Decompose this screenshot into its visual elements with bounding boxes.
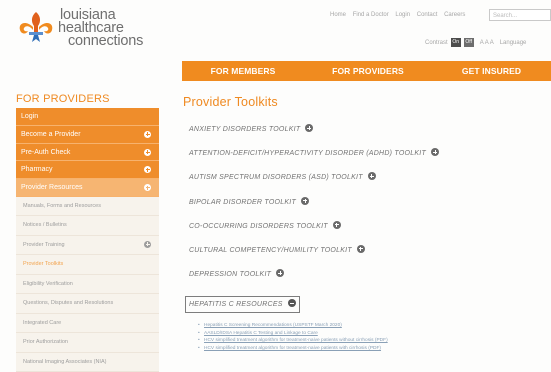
- sidebar-item-label: Provider Resources: [21, 184, 83, 192]
- main-nav: FOR MEMBERS FOR PROVIDERS GET INSURED: [182, 61, 551, 81]
- text-size-controls[interactable]: A A A: [480, 40, 494, 46]
- toolkit-label: ATTENTION-DEFICIT/HYPERACTIVITY DISORDER…: [189, 150, 426, 158]
- expand-plus-icon[interactable]: [367, 172, 376, 181]
- toolkit-label: DEPRESSION TOOLKIT: [189, 271, 272, 279]
- toolkit-label: AUTISM SPECTRUM DISORDERS (ASD) TOOLKIT: [189, 174, 363, 182]
- submenu-item-questions-disputes[interactable]: Questions, Disputes and Resolutions: [16, 294, 159, 314]
- toolkit-item-co-occurring[interactable]: CO-OCCURRING DISORDERS TOOLKIT: [189, 220, 549, 245]
- nav-for-members[interactable]: FOR MEMBERS: [182, 61, 304, 81]
- contrast-off-button[interactable]: Off: [463, 38, 474, 47]
- toolkit-item-anxiety[interactable]: ANXIETY DISORDERS TOOLKIT: [189, 124, 549, 148]
- toolkit-list: ANXIETY DISORDERS TOOLKIT ATTENTION-DEFI…: [185, 124, 549, 314]
- expand-plus-icon[interactable]: [431, 148, 439, 157]
- sidebar-item-label: Become a Provider: [21, 130, 81, 138]
- toolkit-item-cultural-competency[interactable]: CULTURAL COMPETENCY/HUMILITY TOOLKIT: [189, 244, 549, 269]
- search-input[interactable]: Search...: [489, 9, 551, 21]
- expand-plus-icon[interactable]: [144, 166, 151, 174]
- submenu-item-notices[interactable]: Notices / Bulletins: [16, 216, 159, 236]
- submenu-item-manuals[interactable]: Manuals, Forms and Resources: [16, 197, 159, 217]
- expand-plus-icon[interactable]: [356, 244, 365, 253]
- toolkit-item-depression[interactable]: DEPRESSION TOOLKIT: [189, 269, 549, 293]
- toolkit-label: HEPATITIS C RESOURCES: [189, 301, 283, 309]
- sidebar-item-label: Login: [21, 113, 39, 120]
- sidebar-item-pre-auth-check[interactable]: Pre-Auth Check: [16, 143, 159, 162]
- resource-link-hcv-with-cirrhosis[interactable]: HCV simplified treatment algorithm for t…: [198, 345, 518, 353]
- sidebar-item-login[interactable]: Login: [16, 108, 159, 126]
- utility-link-contact[interactable]: Contact: [417, 12, 438, 18]
- toolkit-item-asd[interactable]: AUTISM SPECTRUM DISORDERS (ASD) TOOLKIT: [189, 172, 549, 196]
- submenu-item-provider-training[interactable]: Provider Training: [16, 236, 159, 256]
- sidebar: Login Become a Provider Pre-Auth Check P…: [16, 108, 159, 372]
- expand-plus-icon[interactable]: [305, 124, 314, 132]
- contrast-label: Contrast: [425, 39, 448, 46]
- logo-line-3: connections: [68, 33, 144, 49]
- resource-link-aasld-idsa[interactable]: AASLD/IDSA Hepatitis C Testing and Linka…: [198, 330, 518, 338]
- submenu-item-provider-toolkits[interactable]: Provider Toolkits: [16, 255, 159, 275]
- logo-wordmark: louisiana healthcare connections: [58, 8, 144, 49]
- toolkit-label: CO-OCCURRING DISORDERS TOOLKIT: [189, 222, 328, 230]
- sidebar-item-label: Pharmacy: [21, 166, 53, 174]
- resource-link-hcv-without-cirrhosis[interactable]: HCV simplified treatment algorithm for t…: [198, 337, 518, 345]
- fleur-de-lis-logo-icon: [19, 12, 53, 42]
- expand-plus-icon[interactable]: [301, 196, 310, 205]
- language-select[interactable]: Language: [500, 40, 527, 46]
- toolkit-label: CULTURAL COMPETENCY/HUMILITY TOOLKIT: [189, 246, 352, 254]
- sidebar-item-pharmacy[interactable]: Pharmacy: [16, 161, 159, 180]
- collapse-minus-icon[interactable]: [287, 299, 296, 308]
- accessibility-controls: Contrast On Off A A A Language: [425, 38, 526, 47]
- hepatitis-c-resource-links: Hepatitis C Screening Recommendations (U…: [198, 322, 518, 352]
- submenu-item-prior-authorization[interactable]: Prior Authorization: [16, 333, 159, 353]
- utility-link-find-doctor[interactable]: Find a Doctor: [353, 12, 389, 18]
- expand-plus-icon[interactable]: [144, 148, 151, 156]
- toolkit-item-hepatitis-c[interactable]: HEPATITIS C RESOURCES: [185, 296, 300, 314]
- toolkit-label: ANXIETY DISORDERS TOOLKIT: [189, 126, 301, 133]
- submenu-item-integrated-care[interactable]: Integrated Care: [16, 314, 159, 334]
- sidebar-submenu: Manuals, Forms and Resources Notices / B…: [16, 196, 159, 372]
- utility-link-home[interactable]: Home: [330, 12, 346, 18]
- utility-nav: Home Find a Doctor Login Contact Careers: [330, 12, 470, 18]
- toolkit-label: BIPOLAR DISORDER TOOLKIT: [189, 198, 297, 206]
- utility-link-login[interactable]: Login: [395, 12, 410, 18]
- expand-plus-icon[interactable]: [144, 240, 151, 248]
- resource-link-uspstf[interactable]: Hepatitis C Screening Recommendations (U…: [198, 322, 518, 330]
- submenu-item-eligibility[interactable]: Eligibility Verification: [16, 275, 159, 295]
- toolkit-item-bipolar[interactable]: BIPOLAR DISORDER TOOLKIT: [189, 196, 549, 221]
- submenu-item-nia[interactable]: National Imaging Associates (NIA): [16, 353, 159, 372]
- nav-get-insured[interactable]: GET INSURED: [432, 61, 551, 81]
- collapse-minus-icon[interactable]: [144, 184, 151, 192]
- contrast-on-button[interactable]: On: [450, 38, 461, 47]
- utility-link-careers[interactable]: Careers: [444, 12, 465, 18]
- site-logo[interactable]: louisiana healthcare connections: [16, 6, 166, 54]
- sidebar-title: FOR PROVIDERS: [16, 93, 110, 105]
- nav-for-providers[interactable]: FOR PROVIDERS: [304, 61, 432, 81]
- page-title: Provider Toolkits: [183, 95, 278, 109]
- toolkit-item-adhd[interactable]: ATTENTION-DEFICIT/HYPERACTIVITY DISORDER…: [189, 148, 549, 172]
- submenu-item-label: Provider Training: [23, 241, 65, 248]
- sidebar-item-provider-resources[interactable]: Provider Resources: [16, 179, 159, 197]
- expand-plus-icon[interactable]: [276, 269, 285, 278]
- expand-plus-icon[interactable]: [332, 220, 341, 229]
- expand-plus-icon[interactable]: [144, 130, 151, 138]
- sidebar-item-become-provider[interactable]: Become a Provider: [16, 125, 159, 144]
- sidebar-item-label: Pre-Auth Check: [21, 148, 71, 156]
